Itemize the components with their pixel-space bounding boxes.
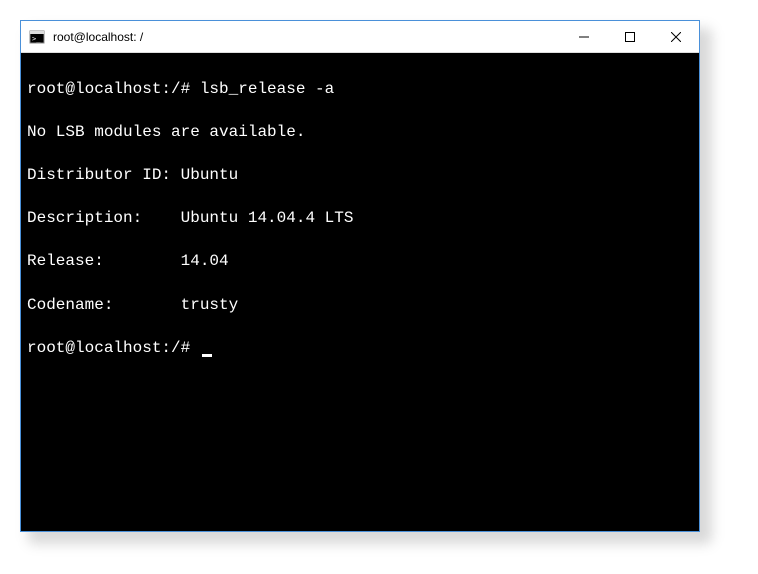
svg-text:>_: >_ xyxy=(32,35,41,43)
window-controls xyxy=(561,21,699,52)
terminal-body[interactable]: root@localhost:/# lsb_release -a No LSB … xyxy=(21,53,699,531)
titlebar[interactable]: >_ root@localhost: / xyxy=(21,21,699,53)
terminal-line: Codename: trusty xyxy=(27,295,693,317)
cursor-icon xyxy=(202,354,212,357)
terminal-prompt: root@localhost:/# xyxy=(27,339,200,357)
close-button[interactable] xyxy=(653,21,699,53)
terminal-line: Description: Ubuntu 14.04.4 LTS xyxy=(27,208,693,230)
terminal-line: Distributor ID: Ubuntu xyxy=(27,165,693,187)
terminal-window: >_ root@localhost: / root@localhost:/# l… xyxy=(20,20,700,532)
titlebar-left: >_ root@localhost: / xyxy=(29,29,143,45)
window-title: root@localhost: / xyxy=(53,30,143,44)
terminal-line: Release: 14.04 xyxy=(27,251,693,273)
terminal-line: root@localhost:/# lsb_release -a xyxy=(27,79,693,101)
minimize-button[interactable] xyxy=(561,21,607,53)
maximize-button[interactable] xyxy=(607,21,653,53)
terminal-line: No LSB modules are available. xyxy=(27,122,693,144)
terminal-icon: >_ xyxy=(29,29,45,45)
